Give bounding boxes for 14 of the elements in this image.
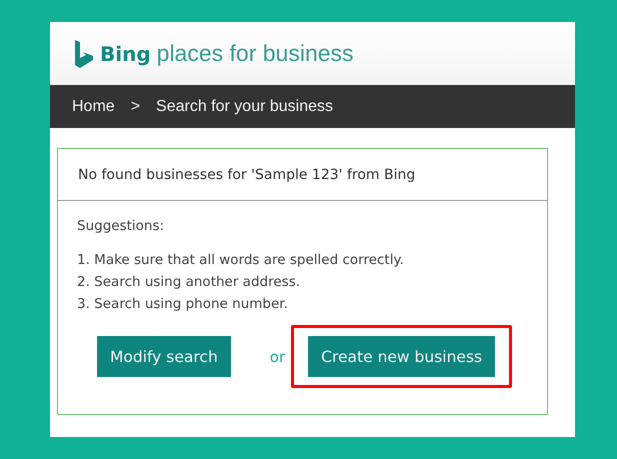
suggestions-title: Suggestions:	[77, 217, 166, 236]
suggestion-text: 3. Search using phone number.	[77, 295, 289, 314]
or-text: or	[270, 348, 286, 366]
suggestion-text: 1. Make sure that all words are spelled correctly.	[77, 251, 405, 270]
brand-tagline: places for business	[156, 40, 354, 67]
breadcrumb-link[interactable]: Home	[72, 98, 115, 116]
brand-name: Bing	[100, 42, 151, 66]
action-button[interactable]: Modify search	[97, 336, 231, 377]
breadcrumb-separator: >	[130, 98, 140, 116]
action-button[interactable]: Create new business	[308, 336, 496, 377]
logo-icon	[74, 40, 94, 68]
breadcrumb-current: Search for your business	[156, 98, 334, 116]
result-message: No found businesses for 'Sample 123' from Bing	[58, 149, 547, 201]
suggestion-text: 2. Search using another address.	[77, 273, 302, 292]
